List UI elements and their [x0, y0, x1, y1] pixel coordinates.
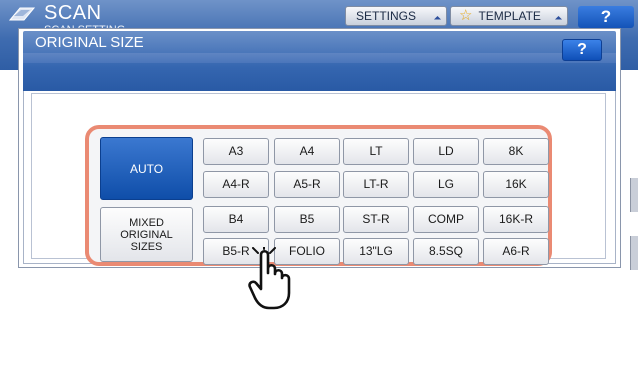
hand-pointer-icon: [248, 247, 291, 310]
help-button[interactable]: ?: [578, 6, 634, 28]
dialog-titlebar: ORIGINAL SIZE ?: [23, 31, 616, 91]
size-button-b5[interactable]: B5: [274, 206, 340, 233]
size-button-b4[interactable]: B4: [203, 206, 269, 233]
scan-icon: [8, 7, 36, 21]
settings-label: SETTINGS: [356, 9, 417, 23]
size-button-a6-r[interactable]: A6-R: [483, 238, 549, 265]
settings-button[interactable]: SETTINGS: [345, 6, 447, 26]
template-button[interactable]: ☆ TEMPLATE: [450, 6, 568, 26]
size-button-8-5sq[interactable]: 8.5SQ: [413, 238, 479, 265]
size-button-st-r[interactable]: ST-R: [343, 206, 409, 233]
size-button-16k-r[interactable]: 16K-R: [483, 206, 549, 233]
size-button-lt-r[interactable]: LT-R: [343, 171, 409, 198]
screen-title: SCAN: [44, 2, 102, 24]
dialog-help-button[interactable]: ?: [562, 39, 602, 61]
titlebar-stripe: [23, 53, 616, 63]
size-button-a4-r[interactable]: A4-R: [203, 171, 269, 198]
auto-size-button[interactable]: AUTO: [100, 137, 193, 200]
mixed-original-sizes-button[interactable]: MIXED ORIGINAL SIZES: [100, 207, 193, 262]
size-button-8k[interactable]: 8K: [483, 138, 549, 165]
dropdown-arrow-icon: [433, 15, 442, 24]
size-button-a4[interactable]: A4: [274, 138, 340, 165]
template-label: TEMPLATE: [478, 9, 541, 23]
dropdown-arrow-icon: [554, 15, 563, 24]
size-button-lt[interactable]: LT: [343, 138, 409, 165]
side-tab[interactable]: [630, 236, 638, 270]
dialog-title: ORIGINAL SIZE: [35, 34, 144, 51]
size-button-lg[interactable]: LG: [413, 171, 479, 198]
size-button-13-lg[interactable]: 13"LG: [343, 238, 409, 265]
size-button-comp[interactable]: COMP: [413, 206, 479, 233]
size-button-a5-r[interactable]: A5-R: [274, 171, 340, 198]
size-button-16k[interactable]: 16K: [483, 171, 549, 198]
size-button-ld[interactable]: LD: [413, 138, 479, 165]
side-tab[interactable]: [630, 178, 638, 212]
mixed-label: MIXED ORIGINAL SIZES: [120, 216, 173, 253]
size-button-a3[interactable]: A3: [203, 138, 269, 165]
star-icon: ☆: [459, 7, 473, 24]
